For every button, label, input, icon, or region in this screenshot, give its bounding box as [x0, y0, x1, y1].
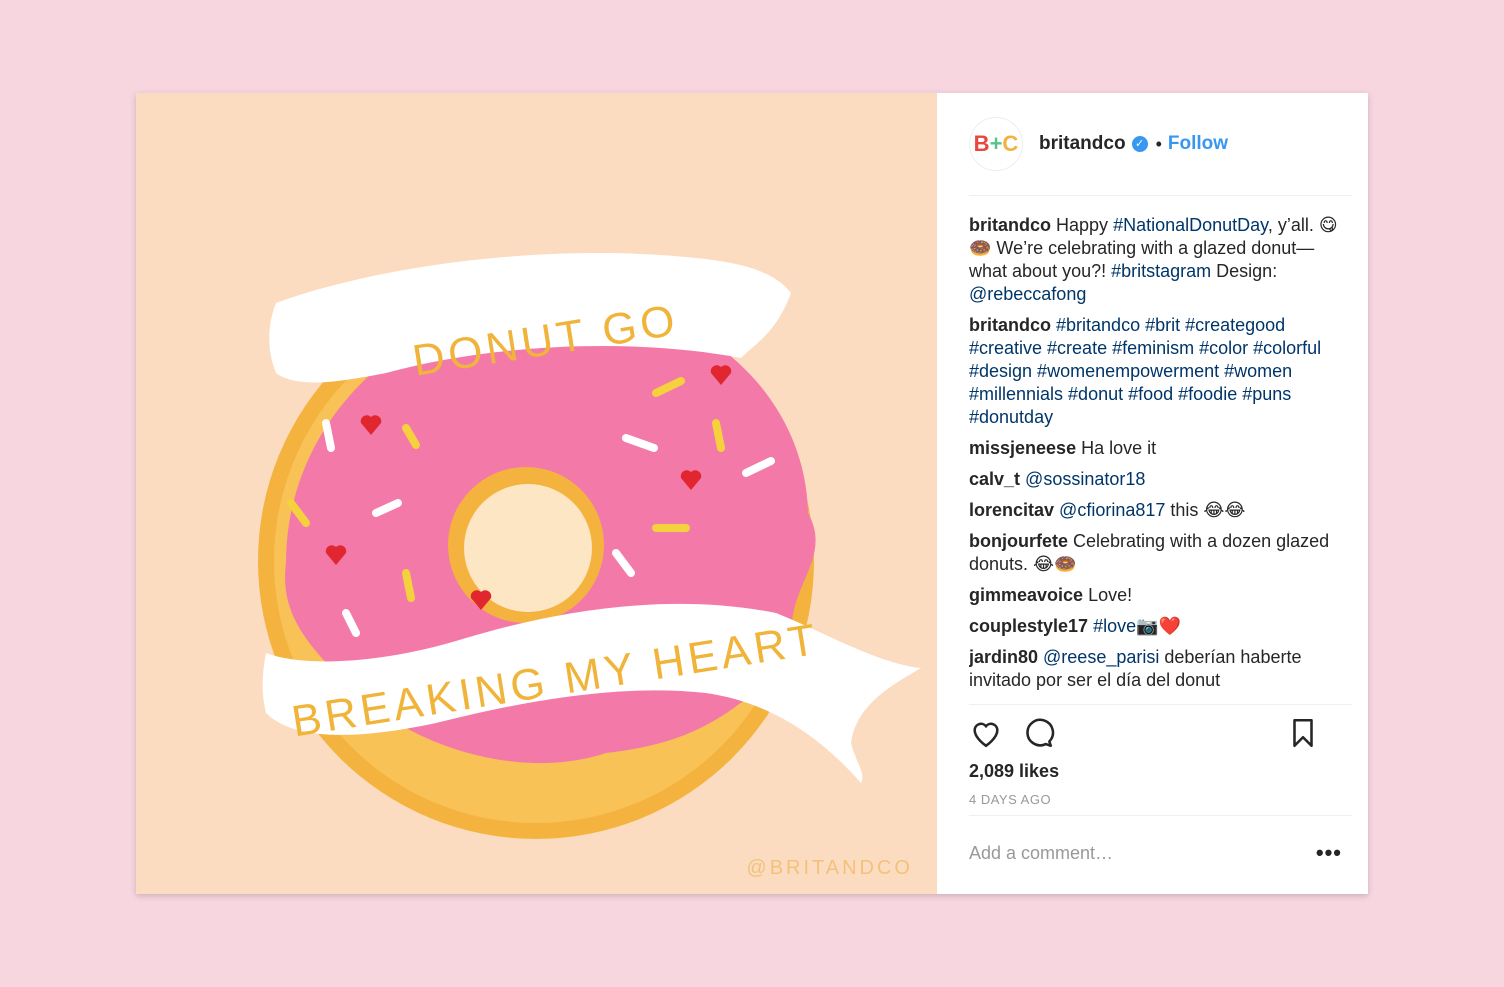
comment-username[interactable]: missjeneese: [969, 438, 1076, 458]
instagram-post: DONUT GO BREAKING MY HEART @BRITANDCO B +…: [136, 93, 1368, 894]
avatar[interactable]: B + C: [969, 117, 1023, 171]
comment-link[interactable]: @cfiorina817: [1059, 500, 1165, 520]
comment-link[interactable]: @sossinator18: [1025, 469, 1145, 489]
comment-username[interactable]: jardin80: [969, 647, 1038, 667]
comment-item: gimmeavoice Love!: [969, 584, 1352, 607]
comment-username[interactable]: gimmeavoice: [969, 585, 1083, 605]
comment-text: Ha love it: [1081, 438, 1157, 458]
comment-text: Love!: [1088, 585, 1133, 605]
verified-badge-icon: ✓: [1131, 136, 1148, 152]
heart-icon[interactable]: [969, 716, 1003, 750]
comment-username[interactable]: britandco: [969, 215, 1051, 235]
comments-list[interactable]: britandco Happy #NationalDonutDay, y’all.…: [969, 196, 1352, 705]
comment-text: Happy: [1056, 215, 1114, 235]
comment-item: lorencitav @cfiorina817 this 😂😂: [969, 499, 1352, 522]
follow-button[interactable]: Follow: [1168, 133, 1228, 155]
comment-item: couplestyle17 #love📷❤️: [969, 615, 1352, 638]
comment-username[interactable]: couplestyle17: [969, 616, 1088, 636]
add-comment-input[interactable]: Add a comment…: [969, 843, 1113, 864]
comment-item: calv_t @sossinator18: [969, 468, 1352, 491]
add-comment-row: Add a comment… •••: [969, 816, 1352, 890]
comment-link[interactable]: @reese_parisi: [1043, 647, 1159, 667]
comment-bubble-icon[interactable]: [1021, 716, 1055, 750]
post-sidebar: B + C britandco ✓ • Follow britandco Happy …: [937, 93, 1368, 894]
comment-item: bonjourfete Celebrating with a dozen glaz…: [969, 530, 1352, 576]
comment-username[interactable]: lorencitav: [969, 500, 1054, 520]
more-options-button[interactable]: •••: [1316, 840, 1342, 866]
comment-item: missjeneese Ha love it: [969, 437, 1352, 460]
comment-link[interactable]: #NationalDonutDay: [1113, 215, 1268, 235]
comment-text: 📷❤️: [1136, 616, 1181, 636]
donut-illustration: DONUT GO BREAKING MY HEART: [258, 253, 922, 839]
header-separator: •: [1155, 133, 1162, 154]
comment-item: britandco #britandco #brit #creategood #c…: [969, 314, 1352, 429]
comment-text: this 😂😂: [1165, 500, 1246, 520]
post-timestamp[interactable]: 4 DAYS AGO: [969, 792, 1352, 816]
comment-username[interactable]: bonjourfete: [969, 531, 1068, 551]
comment-item: jardin80 @reese_parisi deberían haberte i…: [969, 646, 1352, 692]
post-header: B + C britandco ✓ • Follow: [969, 93, 1352, 196]
likes-count[interactable]: 2,089 likes: [969, 761, 1352, 782]
comment-item: britandco Happy #NationalDonutDay, y’all.…: [969, 214, 1352, 306]
comment-username[interactable]: britandco: [969, 315, 1051, 335]
action-bar: [969, 705, 1352, 761]
username[interactable]: britandco: [1039, 133, 1126, 155]
comment-text: Design:: [1211, 261, 1278, 281]
bookmark-icon[interactable]: [1286, 716, 1320, 750]
image-watermark: @BRITANDCO: [746, 857, 913, 879]
post-image[interactable]: DONUT GO BREAKING MY HEART @BRITANDCO: [136, 93, 937, 894]
comment-link[interactable]: @rebeccafong: [969, 284, 1086, 304]
comment-link[interactable]: #love: [1093, 616, 1136, 636]
comment-username[interactable]: calv_t: [969, 469, 1020, 489]
comment-link[interactable]: #britstagram: [1111, 261, 1211, 281]
